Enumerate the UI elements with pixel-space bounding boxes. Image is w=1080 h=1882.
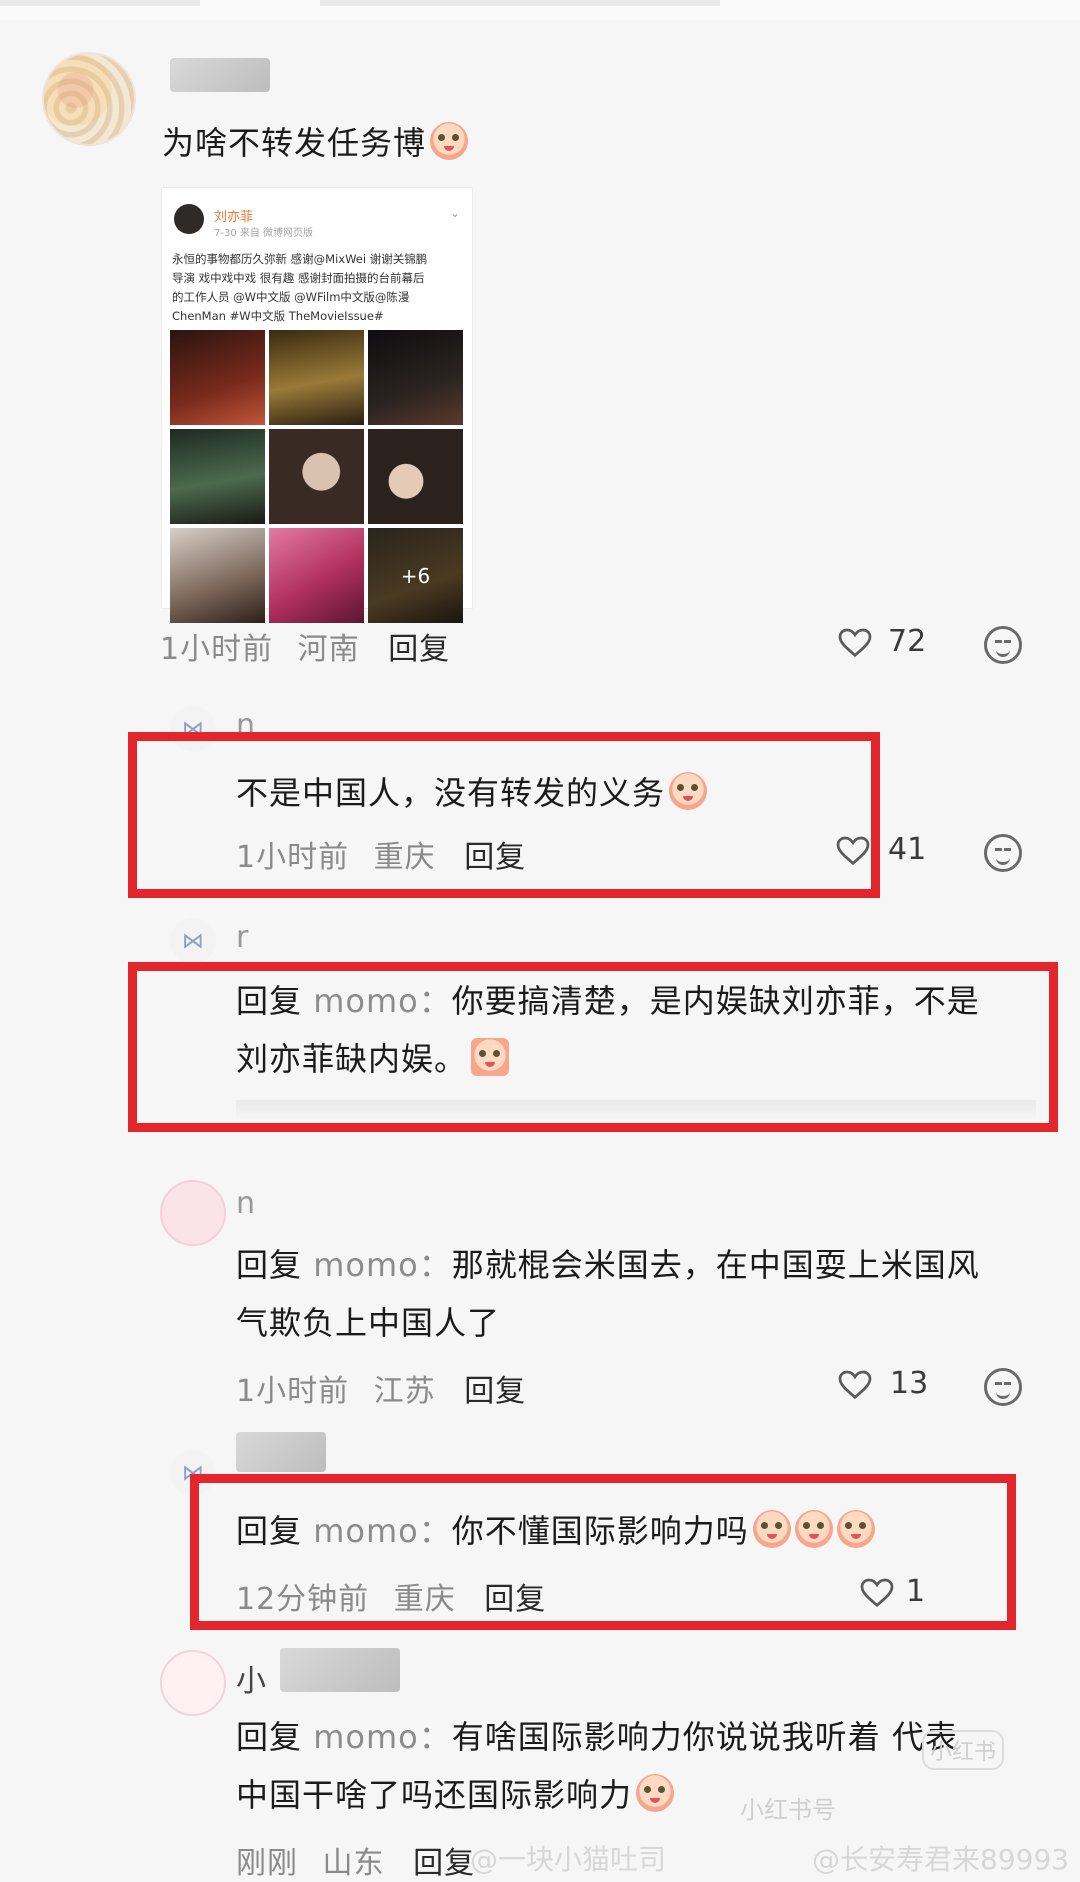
embedded-meta: 7-30 来自 微博网页版 — [214, 228, 314, 239]
comment-likes-count: 13 — [890, 1366, 929, 1401]
comment-avatar[interactable] — [160, 1650, 226, 1716]
watermark-right: @长安寿君来89993 — [812, 1843, 1070, 1876]
comment-meta: 1小时前 江苏 回复 — [236, 1366, 526, 1410]
comment-text-line: 有啥国际影响力你说说我听着 代表 — [451, 1718, 958, 1756]
reply-prefix: 回复 — [236, 1718, 303, 1756]
embedded-author-avatar — [174, 204, 204, 234]
photo-thumbnail[interactable] — [170, 429, 265, 524]
post-text: 为啥不转发任务博 — [162, 118, 469, 164]
photo-thumbnail[interactable] — [269, 528, 364, 623]
embedded-weibo-card[interactable]: 刘亦菲 7-30 来自 微博网页版 ⌄ 永恒的事物都历久弥新 感谢@MixWei… — [162, 188, 472, 623]
highlight-box — [190, 1474, 1016, 1630]
comment-likes-count: 41 — [888, 832, 927, 867]
photo-thumbnail[interactable] — [368, 429, 463, 524]
cry-emoji-icon — [430, 122, 469, 160]
comment-text-line: 气欺负上中国人了 — [236, 1304, 501, 1342]
comment-avatar[interactable] — [160, 1180, 226, 1246]
post-time: 1小时前 — [160, 632, 274, 667]
embedded-body: 永恒的事物都历久弥新 感谢@MixWei 谢谢关锦鹏 导演 戏中戏中戏 很有趣 … — [172, 250, 462, 326]
photo-thumbnail[interactable] — [368, 330, 463, 425]
photo-thumbnail[interactable] — [269, 429, 364, 524]
post-avatar[interactable] — [42, 52, 136, 146]
top-edge-shade — [0, 0, 200, 6]
post-username-redacted[interactable] — [170, 58, 270, 92]
comment-location: 江苏 — [373, 1374, 436, 1409]
photo-thumbnail[interactable] — [170, 330, 265, 425]
mention-link[interactable]: momo： — [313, 1246, 452, 1284]
watermark-stamp: 小红书 — [922, 1730, 1005, 1770]
more-photos-button[interactable]: +6 — [368, 528, 463, 623]
comment-line: 气欺负上中国人了 — [236, 1294, 1046, 1352]
emoji-reaction-icon[interactable] — [984, 626, 1022, 664]
comment-avatar[interactable]: ⋈ — [170, 918, 216, 964]
comment-text: 回复 momo：那就棍会米国去，在中国耍上米国风 气欺负上中国人了 — [236, 1236, 1046, 1352]
heart-icon[interactable] — [838, 1370, 872, 1400]
comment-username-redacted[interactable] — [236, 1432, 326, 1472]
comment-username[interactable]: n — [236, 1186, 256, 1221]
comment-text-line: 那就棍会米国去，在中国耍上米国风 — [451, 1246, 980, 1284]
watermark-left: @一块小猫吐司 — [470, 1843, 667, 1876]
comment-username[interactable]: r — [236, 920, 249, 955]
top-edge-shade — [320, 0, 720, 6]
post-meta: 1小时前 河南 回复 — [160, 624, 450, 668]
comment-reply-button[interactable]: 回复 — [413, 1846, 475, 1881]
embedded-body-line: ChenMan #W中文版 TheMovieIssue# — [172, 309, 384, 323]
comment-text-line: 中国干啥了吗还国际影响力 — [236, 1776, 633, 1814]
mention-link[interactable]: momo： — [313, 1718, 452, 1756]
reply-prefix: 回复 — [236, 1246, 303, 1284]
embedded-body-line: 导演 戏中戏中戏 很有趣 感谢封面拍摄的台前幕后 — [172, 271, 425, 285]
comment-line: 回复 momo：那就棍会米国去，在中国耍上米国风 — [236, 1236, 1046, 1294]
comment-username[interactable]: 小 — [236, 1656, 267, 1700]
embedded-body-line: 的工作人员 @W中文版 @WFilm中文版@陈漫 — [172, 290, 410, 304]
highlight-box — [128, 732, 880, 898]
heart-icon[interactable] — [838, 628, 872, 658]
embedded-body-line: 永恒的事物都历久弥新 感谢@MixWei 谢谢关锦鹏 — [172, 252, 428, 266]
post-reply-button[interactable]: 回复 — [388, 632, 450, 667]
chevron-down-icon: ⌄ — [450, 206, 461, 220]
watermark-mid: 小红书号 — [740, 1796, 836, 1824]
embedded-author-name: 刘亦菲 — [214, 210, 254, 225]
emoji-reaction-icon[interactable] — [984, 1368, 1022, 1406]
post-text-content: 为啥不转发任务博 — [162, 124, 427, 162]
comment-location: 山东 — [322, 1846, 385, 1881]
post-likes-count: 72 — [888, 624, 927, 659]
photo-thumbnail[interactable] — [269, 330, 364, 425]
comment-line: 中国干啥了吗还国际影响力 — [236, 1766, 1046, 1824]
comment-meta: 刚刚 山东 回复 — [236, 1838, 475, 1882]
photo-thumbnail[interactable] — [170, 528, 265, 623]
comment-time: 1小时前 — [236, 1374, 350, 1409]
emoji-reaction-icon[interactable] — [984, 834, 1022, 872]
cry-emoji-icon — [636, 1774, 675, 1812]
more-photos-count: +6 — [400, 563, 431, 588]
comment-time: 刚刚 — [236, 1846, 298, 1881]
comment-reply-button[interactable]: 回复 — [464, 1374, 526, 1409]
top-edge — [0, 0, 1080, 20]
comment-username-text: 小 — [236, 1664, 267, 1699]
comment-username-redacted — [280, 1648, 400, 1692]
post-location: 河南 — [297, 632, 360, 667]
highlight-box — [128, 962, 1058, 1132]
